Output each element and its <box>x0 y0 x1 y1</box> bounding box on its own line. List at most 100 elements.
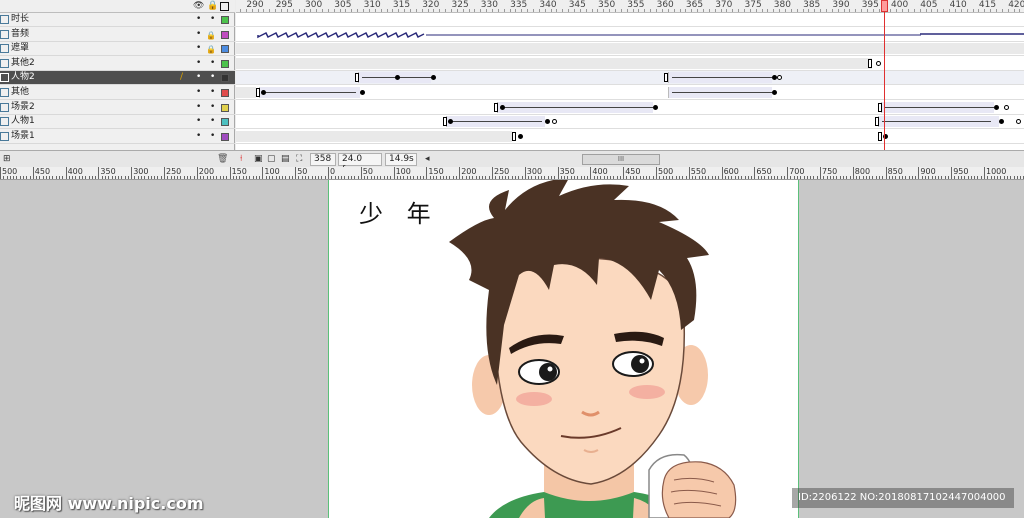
playhead-handle[interactable] <box>881 0 888 12</box>
empty-keyframe[interactable] <box>777 75 782 81</box>
visibility-toggle[interactable]: • <box>196 13 201 26</box>
keyframe[interactable] <box>431 75 436 81</box>
layer-color-swatch[interactable] <box>221 16 229 24</box>
keyframe-marker[interactable] <box>443 117 447 127</box>
layer-color-swatch[interactable] <box>221 74 229 83</box>
timeline-scroll-thumb[interactable]: III <box>582 154 660 165</box>
frame-row[interactable] <box>236 100 1024 115</box>
stage-area[interactable]: 少 年 <box>0 180 1024 518</box>
add-layer-icon[interactable]: ⊞ <box>3 153 11 165</box>
keyframe[interactable] <box>994 104 999 110</box>
keyframe-marker[interactable] <box>664 73 668 83</box>
lock-toggle[interactable]: • <box>210 86 215 99</box>
scroll-left-icon[interactable]: ◂ <box>425 153 430 165</box>
frame-row[interactable] <box>236 115 1024 130</box>
keyframe-marker[interactable] <box>875 117 879 127</box>
empty-keyframe[interactable] <box>876 60 881 66</box>
visibility-toggle[interactable]: • <box>196 130 201 143</box>
keyframe-marker[interactable] <box>512 131 516 141</box>
layer-name[interactable]: 人物2 <box>11 71 35 84</box>
visibility-toggle[interactable]: • <box>196 115 201 128</box>
onion-markers-icon[interactable]: ⛶ <box>296 153 302 165</box>
keyframe-marker[interactable] <box>878 102 882 112</box>
layer-color-swatch[interactable] <box>221 103 229 112</box>
keyframe[interactable] <box>360 90 365 95</box>
lock-icon[interactable]: 🔒 <box>206 43 216 56</box>
layer-row[interactable]: 音频 • 🔒 <box>0 28 235 42</box>
frame-row[interactable] <box>236 13 1024 27</box>
lock-toggle[interactable]: • <box>210 115 215 128</box>
visibility-toggle[interactable]: • <box>196 86 201 99</box>
layer-name[interactable]: 遮罩 <box>11 42 29 55</box>
keyframe-marker[interactable] <box>494 102 498 112</box>
frame-row[interactable] <box>236 71 1024 86</box>
layer-name[interactable]: 其他 <box>11 86 29 99</box>
keyframe[interactable] <box>772 90 777 95</box>
frame-row[interactable] <box>236 42 1024 57</box>
layer-name[interactable]: 场景2 <box>11 101 35 114</box>
lock-toggle[interactable]: • <box>210 130 215 143</box>
frame-ruler[interactable]: 290 295 300 305 310 315 320 325 330 335 340 345 350 3… <box>236 0 1024 13</box>
frame-row[interactable] <box>236 86 1024 100</box>
keyframe[interactable] <box>545 119 550 125</box>
lock-icon[interactable]: 🔒 <box>206 29 216 42</box>
fps-field[interactable]: 24.0 fps <box>338 153 382 175</box>
lock-toggle[interactable]: • <box>210 57 215 70</box>
visibility-toggle[interactable]: • <box>196 57 201 70</box>
empty-keyframe[interactable] <box>1016 119 1021 125</box>
layer-name[interactable]: 音频 <box>11 28 29 41</box>
edit-multiple-icon[interactable]: ▤ <box>281 153 290 165</box>
empty-keyframe[interactable] <box>552 119 557 125</box>
layer-name[interactable]: 其他2 <box>11 57 35 70</box>
frame-row[interactable] <box>236 27 1024 42</box>
layer-color-swatch[interactable] <box>221 132 229 141</box>
layer-name[interactable]: 场景1 <box>11 130 35 143</box>
frame-row[interactable] <box>236 129 1024 144</box>
playhead[interactable] <box>884 0 885 150</box>
eye-icon[interactable]: 👁 <box>193 1 204 11</box>
layer-row[interactable]: 人物2 / • • <box>0 71 235 86</box>
visibility-toggle[interactable]: • <box>196 101 201 114</box>
lock-icon[interactable]: 🔒 <box>207 1 218 11</box>
visibility-toggle[interactable]: • <box>196 28 201 41</box>
keyframe-marker[interactable] <box>256 88 260 97</box>
visibility-toggle[interactable]: • <box>196 42 201 55</box>
layer-color-swatch[interactable] <box>221 30 229 39</box>
keyframe-marker[interactable] <box>868 58 872 68</box>
layer-name[interactable]: 时长 <box>11 13 29 26</box>
keyframe-marker[interactable] <box>355 73 359 83</box>
layer-row[interactable]: 场景2 • • <box>0 101 235 115</box>
lock-toggle[interactable]: • <box>210 13 215 26</box>
empty-keyframe[interactable] <box>1004 104 1009 110</box>
keyframe[interactable] <box>518 133 523 139</box>
keyframe[interactable] <box>261 90 266 95</box>
layer-row[interactable]: 时长 • • <box>0 13 235 27</box>
layer-row[interactable]: 其他2 • • <box>0 57 235 71</box>
layer-color-swatch[interactable] <box>221 118 229 127</box>
layer-color-swatch[interactable] <box>221 45 229 54</box>
outline-icon[interactable] <box>220 2 229 11</box>
layer-color-swatch[interactable] <box>221 89 229 97</box>
layer-row[interactable]: 场景1 • • <box>0 130 235 144</box>
lock-toggle[interactable]: • <box>210 101 215 114</box>
center-frame-icon[interactable]: ⍿ <box>240 153 242 165</box>
stage-canvas[interactable]: 少 年 <box>328 180 799 518</box>
layer-name[interactable]: 人物1 <box>11 115 35 128</box>
frame-grid[interactable]: 290 295 300 305 310 315 320 325 330 335 340 345 350 3… <box>236 0 1024 150</box>
onion-outline-icon[interactable]: ▢ <box>267 153 276 165</box>
keyframe[interactable] <box>500 104 505 110</box>
keyframe[interactable] <box>653 104 658 110</box>
keyframe-marker[interactable] <box>878 131 882 141</box>
frame-row[interactable] <box>236 56 1024 71</box>
boy-character-illustration[interactable] <box>329 180 799 518</box>
layer-row[interactable]: 遮罩 • 🔒 <box>0 42 235 57</box>
layer-row[interactable]: 人物1 • • <box>0 115 235 130</box>
current-frame-field[interactable]: 358 <box>310 153 336 166</box>
layer-row[interactable]: 其他 • • <box>0 86 235 100</box>
onion-skin-icon[interactable]: ▣ <box>254 153 263 165</box>
layer-color-swatch[interactable] <box>221 59 229 68</box>
lock-toggle[interactable]: • <box>210 71 215 84</box>
trash-icon[interactable]: 🗑 <box>217 153 228 165</box>
visibility-toggle[interactable]: • <box>196 71 201 84</box>
keyframe[interactable] <box>999 119 1004 125</box>
